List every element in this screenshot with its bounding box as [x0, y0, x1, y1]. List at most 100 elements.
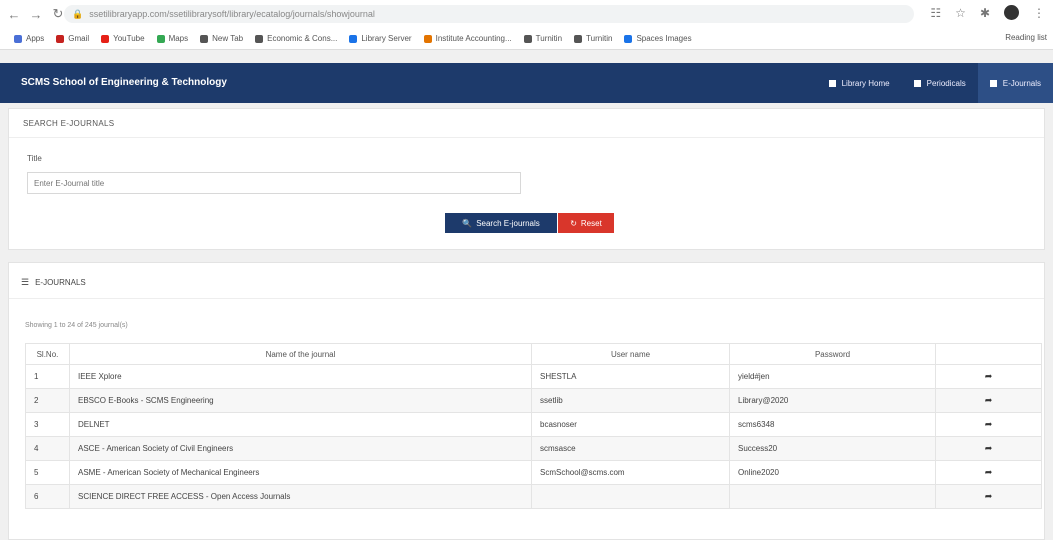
- bookmark-label: Apps: [26, 34, 45, 43]
- forward-icon[interactable]: →: [28, 6, 44, 22]
- extensions-icon[interactable]: ☷: [930, 6, 941, 20]
- open-link-cell: ➦: [935, 436, 1042, 461]
- open-link-cell: ➦: [935, 484, 1042, 509]
- bookmark-label: Turnitin: [535, 34, 563, 43]
- table-row: 1 IEEE Xplore SHESTLA yield#jen ➦: [25, 364, 1042, 389]
- refresh-icon: ↻: [570, 218, 577, 228]
- search-heading: SEARCH E-JOURNALS: [23, 119, 115, 128]
- cell-sno: 2: [25, 388, 70, 413]
- bookmarks-bar: Apps Gmail YouTube Maps New Tab Economic & Co…: [0, 28, 1053, 50]
- bookmark-item[interactable]: Turnitin: [574, 34, 612, 43]
- bookmark-item[interactable]: Spaces Images: [624, 34, 692, 43]
- bookmark-label: Spaces Images: [636, 34, 692, 43]
- cell-sno: 4: [25, 436, 70, 461]
- bookmark-icon: [423, 34, 432, 43]
- bookmark-icon: [574, 34, 583, 43]
- bookmark-item[interactable]: Turnitin: [523, 34, 563, 43]
- bookmark-label: YouTube: [113, 34, 145, 43]
- nav-item-periodicals[interactable]: Periodicals: [902, 63, 978, 103]
- share-arrow-icon[interactable]: ➦: [985, 395, 993, 405]
- column-header-username[interactable]: User name: [531, 343, 730, 365]
- nav-square-icon: [913, 79, 921, 87]
- cell-password: Success20: [729, 436, 936, 461]
- star-icon[interactable]: ☆: [955, 6, 966, 20]
- bookmark-icon: [156, 34, 165, 43]
- bookmark-item[interactable]: Institute Accounting...: [423, 34, 512, 43]
- share-arrow-icon[interactable]: ➦: [985, 371, 993, 381]
- cell-journal-name: ASME - American Society of Mechanical En…: [69, 460, 532, 485]
- cell-journal-name: SCIENCE DIRECT FREE ACCESS - Open Access…: [69, 484, 532, 509]
- bookmark-item[interactable]: Apps: [14, 34, 44, 43]
- cell-username: ScmSchool@scms.com: [531, 460, 730, 485]
- table-row: 3 DELNET bcasnoser scms6348 ➦: [25, 412, 1042, 437]
- title-input[interactable]: [27, 172, 521, 194]
- lock-icon: 🔒: [72, 8, 84, 19]
- browser-toolbar: ← → ↻ 🔒 ssetilibraryapp.com/ssetilibrary…: [0, 0, 1053, 28]
- cell-password: yield#jen: [729, 364, 936, 389]
- bookmark-label: Maps: [168, 34, 189, 43]
- bookmark-icon: [523, 34, 532, 43]
- bookmark-label: Library Server: [361, 34, 412, 43]
- bookmark-icon: [624, 34, 633, 43]
- bookmark-item[interactable]: Library Server: [349, 34, 412, 43]
- cell-journal-name: DELNET: [69, 412, 532, 437]
- puzzle-icon[interactable]: ✱: [980, 6, 990, 20]
- nav-item-library-home[interactable]: Library Home: [817, 63, 902, 103]
- bookmark-item[interactable]: YouTube: [101, 34, 145, 43]
- share-arrow-icon[interactable]: ➦: [985, 491, 993, 501]
- title-label: Title: [27, 154, 42, 163]
- divider: [9, 298, 1044, 299]
- address-bar[interactable]: 🔒 ssetilibraryapp.com/ssetilibrarysoft/l…: [64, 5, 914, 23]
- bookmark-item[interactable]: Maps: [156, 34, 189, 43]
- reset-button-label: Reset: [580, 218, 602, 228]
- bookmark-label: New Tab: [212, 34, 244, 43]
- column-header-sno[interactable]: Sl.No.: [25, 343, 70, 365]
- cell-sno: 6: [25, 484, 70, 509]
- cell-sno: 1: [25, 364, 70, 389]
- nav-item-label: Library Home: [841, 78, 890, 88]
- cell-username: ssetlib: [531, 388, 730, 413]
- bookmark-icon: [101, 34, 110, 43]
- reset-button[interactable]: ↻ Reset: [558, 213, 614, 233]
- app-navbar: SCMS School of Engineering & Technology …: [0, 63, 1053, 103]
- bookmark-label: Institute Accounting...: [435, 34, 512, 43]
- list-icon: ☰: [21, 277, 30, 287]
- table-row: 6 SCIENCE DIRECT FREE ACCESS - Open Acces…: [25, 484, 1042, 509]
- back-icon[interactable]: ←: [6, 6, 22, 22]
- journals-table: Sl.No. Name of the journal User name Pas…: [25, 343, 1042, 509]
- search-ejournals-button[interactable]: 🔍 Search E-journals: [445, 213, 557, 233]
- nav-item-e-journals[interactable]: E-Journals: [977, 63, 1053, 103]
- profile-avatar[interactable]: [1004, 5, 1019, 20]
- bookmark-icon: [200, 34, 209, 43]
- open-link-cell: ➦: [935, 364, 1042, 389]
- brand-title[interactable]: SCMS School of Engineering & Technology: [21, 77, 227, 88]
- divider: [9, 137, 1044, 138]
- search-button-label: Search E-journals: [476, 218, 540, 228]
- bookmark-icon: [255, 34, 264, 43]
- cell-journal-name: IEEE Xplore: [69, 364, 532, 389]
- cell-username: [531, 484, 730, 509]
- bookmark-item[interactable]: Gmail: [56, 34, 89, 43]
- bookmark-label: Economic & Cons...: [267, 34, 338, 43]
- bookmark-icon: [56, 34, 65, 43]
- results-panel: ☰ E-JOURNALS Showing 1 to 24 of 245 jour…: [8, 262, 1045, 540]
- share-arrow-icon[interactable]: ➦: [985, 467, 993, 477]
- results-heading: ☰ E-JOURNALS: [21, 277, 86, 288]
- share-arrow-icon[interactable]: ➦: [985, 419, 993, 429]
- bookmark-item[interactable]: New Tab: [200, 34, 243, 43]
- cell-sno: 5: [25, 460, 70, 485]
- menu-icon[interactable]: ⋮: [1033, 6, 1045, 20]
- nav-square-icon: [989, 79, 997, 87]
- column-header-password[interactable]: Password: [729, 343, 936, 365]
- table-header-row: Sl.No. Name of the journal User name Pas…: [25, 343, 1042, 365]
- bookmark-item[interactable]: Economic & Cons...: [255, 34, 337, 43]
- column-header-name[interactable]: Name of the journal: [69, 343, 532, 365]
- cell-sno: 3: [25, 412, 70, 437]
- table-row: 4 ASCE - American Society of Civil Engine…: [25, 436, 1042, 461]
- cell-username: SHESTLA: [531, 364, 730, 389]
- share-arrow-icon[interactable]: ➦: [985, 443, 993, 453]
- reading-list-button[interactable]: Reading list: [999, 33, 1047, 42]
- column-header-action: [935, 343, 1042, 365]
- open-link-cell: ➦: [935, 388, 1042, 413]
- search-panel: SEARCH E-JOURNALS Title 🔍 Search E-journ…: [8, 108, 1045, 250]
